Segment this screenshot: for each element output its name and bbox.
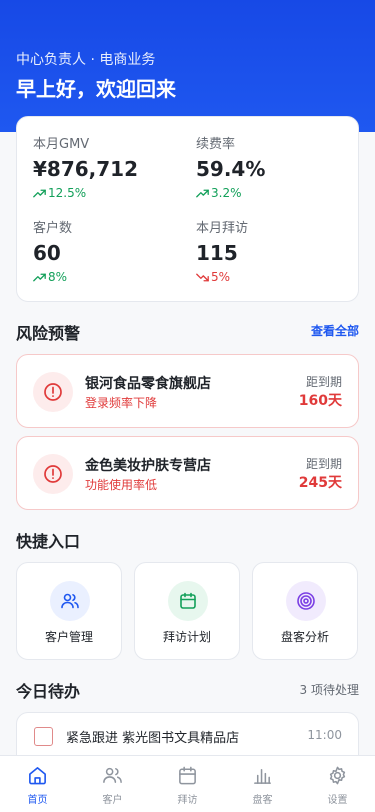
stat-change-value: 8% <box>48 270 68 284</box>
tab-label: 盘客 <box>252 795 273 806</box>
risk-reason: 登录频率下降 <box>85 396 158 410</box>
trend-up-icon <box>33 189 46 197</box>
risk-card[interactable]: 银河食品零食旗舰店 登录频率下降 距到期 160天 <box>16 354 359 428</box>
stat-label: 本月GMV <box>33 137 90 152</box>
stats-card: 本月GMV ¥876,712 12.5% 续费率 59.4% 3.2% 客户数 … <box>16 116 359 302</box>
risk-reason: 功能使用率低 <box>85 478 158 492</box>
due-value: 160天 <box>298 393 342 409</box>
stat-visits: 本月拜访 115 5% <box>196 217 346 284</box>
due-value: 245天 <box>298 475 342 491</box>
trend-down-icon <box>196 273 209 281</box>
todo-checkbox[interactable] <box>34 727 53 746</box>
todo-text: 紧急跟进 紫光图书文具精品店 <box>66 731 240 746</box>
users-icon <box>50 581 90 621</box>
tab-label: 客户 <box>102 795 123 806</box>
todo-count: 3 项待处理 <box>299 683 359 697</box>
tab-customers[interactable]: 客户 <box>75 756 150 812</box>
greeting-title: 早上好，欢迎回来 <box>16 77 176 101</box>
tab-visits[interactable]: 拜访 <box>150 756 225 812</box>
stat-change-value: 3.2% <box>211 186 242 200</box>
todo-section-title: 今日待办 <box>16 682 81 701</box>
stat-change-value: 12.5% <box>48 186 87 200</box>
quick-customer-management[interactable]: 客户管理 <box>16 562 122 660</box>
calendar-icon <box>179 766 196 785</box>
stat-value: ¥876,712 <box>33 157 139 181</box>
quick-label: 拜访计划 <box>162 630 211 644</box>
bar-chart-icon <box>254 769 271 784</box>
alert-circle-icon <box>33 372 73 412</box>
bottom-tab-bar: 首页 客户 拜访 盘客 设置 <box>0 755 375 812</box>
quick-customer-analysis[interactable]: 盘客分析 <box>252 562 358 660</box>
trend-up-icon <box>196 189 209 197</box>
stat-change: 3.2% <box>196 186 346 200</box>
quick-section-title: 快捷入口 <box>16 532 81 551</box>
users-icon <box>103 767 122 783</box>
risk-section-title: 风险预警 <box>16 324 81 343</box>
stat-label: 本月拜访 <box>196 221 249 236</box>
stat-gmv: 本月GMV ¥876,712 12.5% <box>33 133 183 200</box>
gear-icon <box>329 766 346 785</box>
risk-store-name: 银河食品零食旗舰店 <box>85 376 211 392</box>
role-subtitle: 中心负责人 · 电商业务 <box>16 52 156 68</box>
risk-store-name: 金色美妆护肤专营店 <box>85 458 211 474</box>
stat-renewal-rate: 续费率 59.4% 3.2% <box>196 133 346 200</box>
home-icon <box>29 767 46 785</box>
due-label: 距到期 <box>305 375 342 389</box>
due-label: 距到期 <box>305 457 342 471</box>
tab-analysis[interactable]: 盘客 <box>225 756 300 812</box>
stat-change: 12.5% <box>33 186 183 200</box>
stat-change-value: 5% <box>211 270 231 284</box>
stat-change: 8% <box>33 270 183 284</box>
tab-label: 拜访 <box>177 795 198 806</box>
calendar-icon <box>168 581 208 621</box>
stat-label: 客户数 <box>33 221 73 236</box>
stat-value: 115 <box>196 241 238 265</box>
tab-settings[interactable]: 设置 <box>300 756 375 812</box>
risk-card[interactable]: 金色美妆护肤专营店 功能使用率低 距到期 245天 <box>16 436 359 510</box>
stat-value: 59.4% <box>196 157 266 181</box>
quick-label: 客户管理 <box>44 630 93 644</box>
tab-home[interactable]: 首页 <box>0 756 75 812</box>
tab-label: 设置 <box>327 795 348 806</box>
quick-label: 盘客分析 <box>280 630 329 644</box>
target-icon <box>286 581 326 621</box>
tab-label: 首页 <box>27 795 48 806</box>
stat-customers: 客户数 60 8% <box>33 217 183 284</box>
trend-up-icon <box>33 273 46 281</box>
stat-change: 5% <box>196 270 346 284</box>
alert-circle-icon <box>33 454 73 494</box>
stat-value: 60 <box>33 241 61 265</box>
quick-visit-plan[interactable]: 拜访计划 <box>134 562 240 660</box>
header-banner: 中心负责人 · 电商业务 早上好，欢迎回来 <box>0 0 375 132</box>
view-all-link[interactable]: 查看全部 <box>311 322 359 339</box>
todo-time: 11:00 <box>307 728 342 742</box>
stat-label: 续费率 <box>196 137 236 152</box>
